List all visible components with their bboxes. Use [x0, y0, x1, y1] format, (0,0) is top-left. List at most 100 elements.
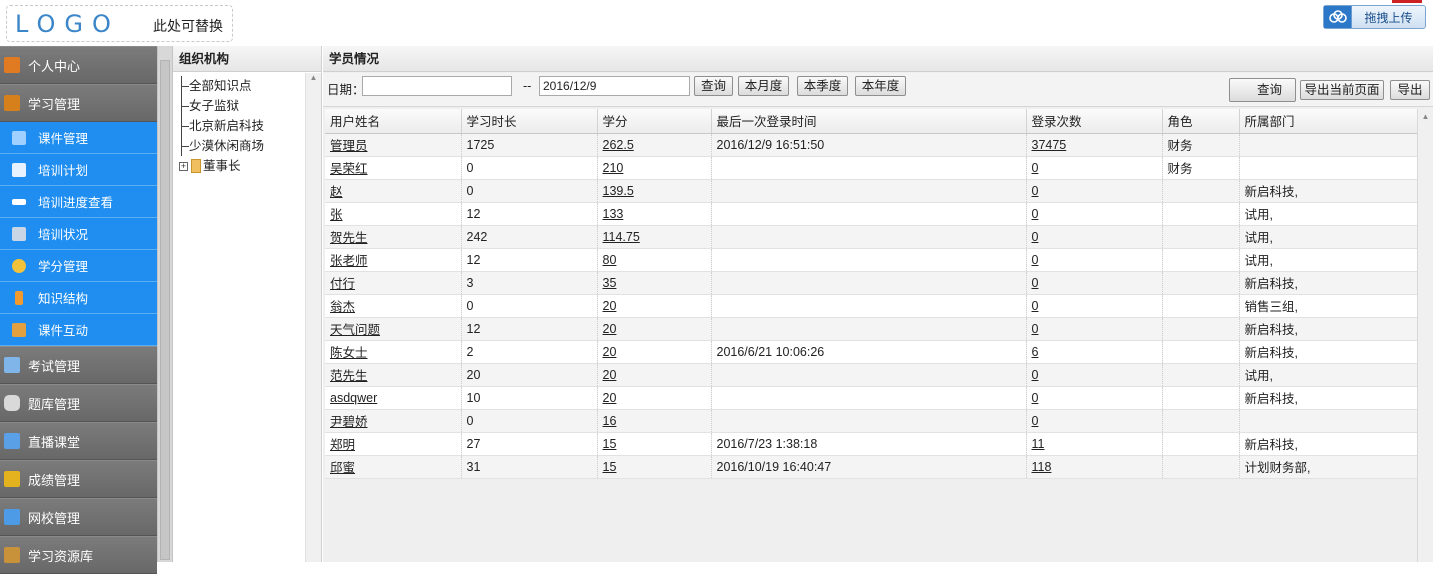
- nav-sub-knowledge-structure[interactable]: 知识结构: [0, 282, 157, 314]
- column-header[interactable]: 登录次数: [1026, 109, 1163, 134]
- export-current-page-button[interactable]: 导出当前页面: [1300, 80, 1384, 100]
- cell-link[interactable]: 0: [1032, 368, 1039, 382]
- this-year-button[interactable]: 本年度: [855, 76, 906, 96]
- tree-folder-node[interactable]: + 董事长: [179, 156, 264, 176]
- cell-link[interactable]: 139.5: [603, 184, 634, 198]
- cell-link[interactable]: 赵: [330, 185, 343, 199]
- table-cell: 20: [597, 294, 712, 318]
- date-from-input[interactable]: [362, 76, 512, 96]
- cell-link[interactable]: 20: [603, 322, 617, 336]
- cell-link[interactable]: 20: [603, 299, 617, 313]
- cell-link[interactable]: 0: [1032, 299, 1039, 313]
- cell-link[interactable]: 付行: [330, 277, 355, 291]
- column-header[interactable]: 学习时长: [461, 109, 598, 134]
- this-quarter-button[interactable]: 本季度: [797, 76, 848, 96]
- cell-link[interactable]: 0: [1032, 253, 1039, 267]
- cell-link[interactable]: 210: [603, 161, 624, 175]
- cell-link[interactable]: 张老师: [330, 254, 368, 268]
- column-header[interactable]: 所属部门: [1239, 109, 1418, 134]
- nav-item-school-management[interactable]: 网校管理: [0, 498, 157, 536]
- cell-link[interactable]: 133: [603, 207, 624, 221]
- cell-link[interactable]: 262.5: [603, 138, 634, 152]
- nav-sub-training-progress[interactable]: 培训进度查看: [0, 186, 157, 218]
- cell-link[interactable]: 11: [1032, 437, 1045, 451]
- cell-link[interactable]: 20: [603, 391, 617, 405]
- scroll-up-icon[interactable]: ▲: [1418, 109, 1433, 121]
- cell-link[interactable]: 118: [1032, 460, 1052, 474]
- table-row: 张 12 133 0 试用,: [325, 202, 1418, 226]
- cell-link[interactable]: 范先生: [330, 369, 368, 383]
- column-header[interactable]: 角色: [1162, 109, 1240, 134]
- table-cell: 新启科技,: [1239, 432, 1418, 456]
- cell-link[interactable]: 0: [1032, 391, 1039, 405]
- nav-sub-training-plan[interactable]: 培训计划: [0, 154, 157, 186]
- query-button[interactable]: 查询: [694, 76, 733, 96]
- query-button-2[interactable]: 查询: [1229, 78, 1296, 102]
- cell-link[interactable]: 天气问题: [330, 323, 380, 337]
- cell-link[interactable]: 15: [603, 460, 617, 474]
- nav-scrollbar-thumb[interactable]: [160, 60, 170, 560]
- cell-link[interactable]: 6: [1032, 345, 1039, 359]
- tree-node-label: 女子监狱: [189, 99, 240, 113]
- table-cell: 0: [1026, 294, 1163, 318]
- tree-node[interactable]: 女子监狱: [179, 96, 264, 116]
- tree-node[interactable]: 北京新启科技: [179, 116, 264, 136]
- org-scrollbar[interactable]: ▲: [305, 73, 321, 562]
- cell-link[interactable]: 贺先生: [330, 231, 368, 245]
- cell-link[interactable]: 114.75: [603, 230, 640, 244]
- nav-item-resource-library[interactable]: 学习资源库: [0, 536, 157, 574]
- cell-link[interactable]: 20: [603, 368, 617, 382]
- cell-link[interactable]: 管理员: [330, 139, 368, 153]
- table-cell: 财务: [1162, 133, 1240, 157]
- export-button[interactable]: 导出: [1390, 80, 1430, 100]
- cell-link[interactable]: 0: [1032, 414, 1039, 428]
- cell-link[interactable]: 尹碧娇: [330, 415, 368, 429]
- nav-sub-credit-management[interactable]: 学分管理: [0, 250, 157, 282]
- table-cell: 37475: [1026, 133, 1163, 157]
- table-cell: 新启科技,: [1239, 317, 1418, 341]
- expand-icon[interactable]: +: [179, 161, 188, 171]
- table-cell: [711, 202, 1027, 226]
- tree-node[interactable]: 少漠休闲商场: [179, 136, 264, 156]
- drag-upload-button[interactable]: 拖拽上传: [1323, 5, 1426, 29]
- grid-scrollbar[interactable]: ▲: [1417, 109, 1433, 562]
- cell-link[interactable]: 0: [1032, 161, 1039, 175]
- nav-label: 题库管理: [28, 396, 81, 412]
- nav-sub-training-status[interactable]: 培训状况: [0, 218, 157, 250]
- nav-scrollbar[interactable]: [157, 46, 173, 562]
- column-header[interactable]: 最后一次登录时间: [711, 109, 1027, 134]
- cell-link[interactable]: 80: [603, 253, 617, 267]
- nav-sub-courseware[interactable]: 课件管理: [0, 122, 157, 154]
- nav-item-question-bank[interactable]: 题库管理: [0, 384, 157, 422]
- column-header[interactable]: 用户姓名: [325, 109, 462, 134]
- cell-link[interactable]: 0: [1032, 230, 1039, 244]
- cell-link[interactable]: 0: [1032, 276, 1039, 290]
- cell-link[interactable]: 35: [603, 276, 617, 290]
- cell-link[interactable]: 郑明: [330, 438, 355, 452]
- cell-link[interactable]: 邱蜜: [330, 461, 355, 475]
- cell-link[interactable]: 陈女士: [330, 346, 368, 360]
- cell-link[interactable]: 15: [603, 437, 617, 451]
- cell-link[interactable]: asdqwer: [330, 391, 377, 405]
- this-month-button[interactable]: 本月度: [738, 76, 789, 96]
- cell-link[interactable]: 20: [603, 345, 617, 359]
- date-to-input[interactable]: 2016/12/9: [539, 76, 690, 96]
- scroll-up-icon[interactable]: ▲: [306, 73, 321, 82]
- tree-node[interactable]: 全部知识点: [179, 76, 264, 96]
- nav-sub-course-interaction[interactable]: 课件互动: [0, 314, 157, 346]
- cell-link[interactable]: 张: [330, 208, 343, 222]
- cell-link[interactable]: 0: [1032, 322, 1039, 336]
- nav-item-personal-center[interactable]: 个人中心: [0, 46, 157, 84]
- cell-link[interactable]: 翁杰: [330, 300, 355, 314]
- nav-item-exam-management[interactable]: 考试管理: [0, 346, 157, 384]
- nav-item-learning-management[interactable]: 学习管理: [0, 84, 157, 122]
- cell-link[interactable]: 0: [1032, 184, 1039, 198]
- student-table: 用户姓名 学习时长 学分 最后一次登录时间 登录次数 角色 所属部门 管理员 1725 262.…: [325, 109, 1418, 479]
- cell-link[interactable]: 16: [603, 414, 617, 428]
- nav-item-live-class[interactable]: 直播课堂: [0, 422, 157, 460]
- nav-item-score-management[interactable]: 成绩管理: [0, 460, 157, 498]
- cell-link[interactable]: 37475: [1032, 138, 1067, 152]
- column-header[interactable]: 学分: [597, 109, 712, 134]
- cell-link[interactable]: 吴荣红: [330, 162, 368, 176]
- cell-link[interactable]: 0: [1032, 207, 1039, 221]
